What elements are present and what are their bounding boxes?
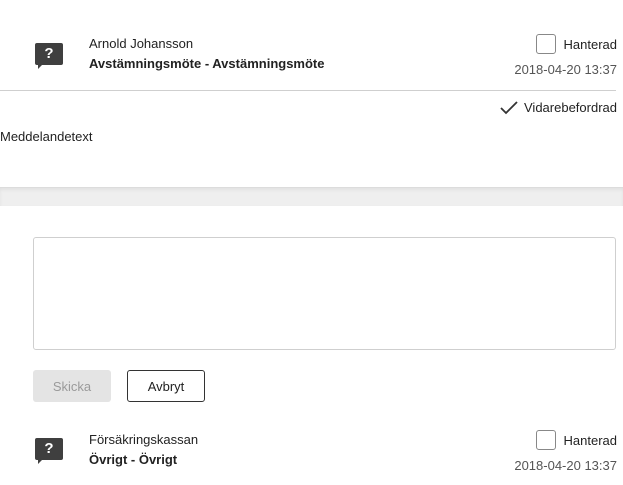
question-icon: ? — [35, 438, 63, 464]
message-sender: Arnold Johansson — [89, 36, 194, 51]
message-date: 2018-04-20 13:37 — [514, 458, 617, 473]
handled-checkbox[interactable] — [535, 430, 556, 450]
message-sender: Försäkringskassan — [89, 432, 199, 447]
checkmark-icon — [500, 100, 518, 114]
question-glyph: ? — [35, 43, 63, 65]
reply-textarea[interactable] — [33, 237, 616, 350]
message-body: Meddelandetext — [0, 129, 93, 144]
question-glyph: ? — [35, 438, 63, 460]
forwarded-status: Vidarebefordrad — [500, 100, 617, 115]
handled-label: Hanterad — [563, 432, 617, 448]
section-separator — [0, 187, 623, 206]
handled-label: Hanterad — [563, 36, 617, 52]
divider — [0, 90, 616, 91]
forwarded-label: Vidarebefordrad — [524, 100, 617, 115]
send-button[interactable]: Skicka — [33, 370, 111, 402]
question-icon: ? — [35, 43, 63, 69]
handled-toggle[interactable]: Hanterad — [535, 430, 617, 450]
message-subject: Avstämningsmöte - Avstämningsmöte — [89, 56, 325, 71]
handled-toggle[interactable]: Hanterad — [535, 34, 617, 54]
message-thread-page: ? Arnold Johansson Avstämningsmöte - Avs… — [0, 0, 623, 485]
message-subject: Övrigt - Övrigt — [89, 452, 178, 467]
message-date: 2018-04-20 13:37 — [514, 62, 617, 77]
handled-checkbox[interactable] — [535, 34, 556, 54]
cancel-button[interactable]: Avbryt — [127, 370, 205, 402]
